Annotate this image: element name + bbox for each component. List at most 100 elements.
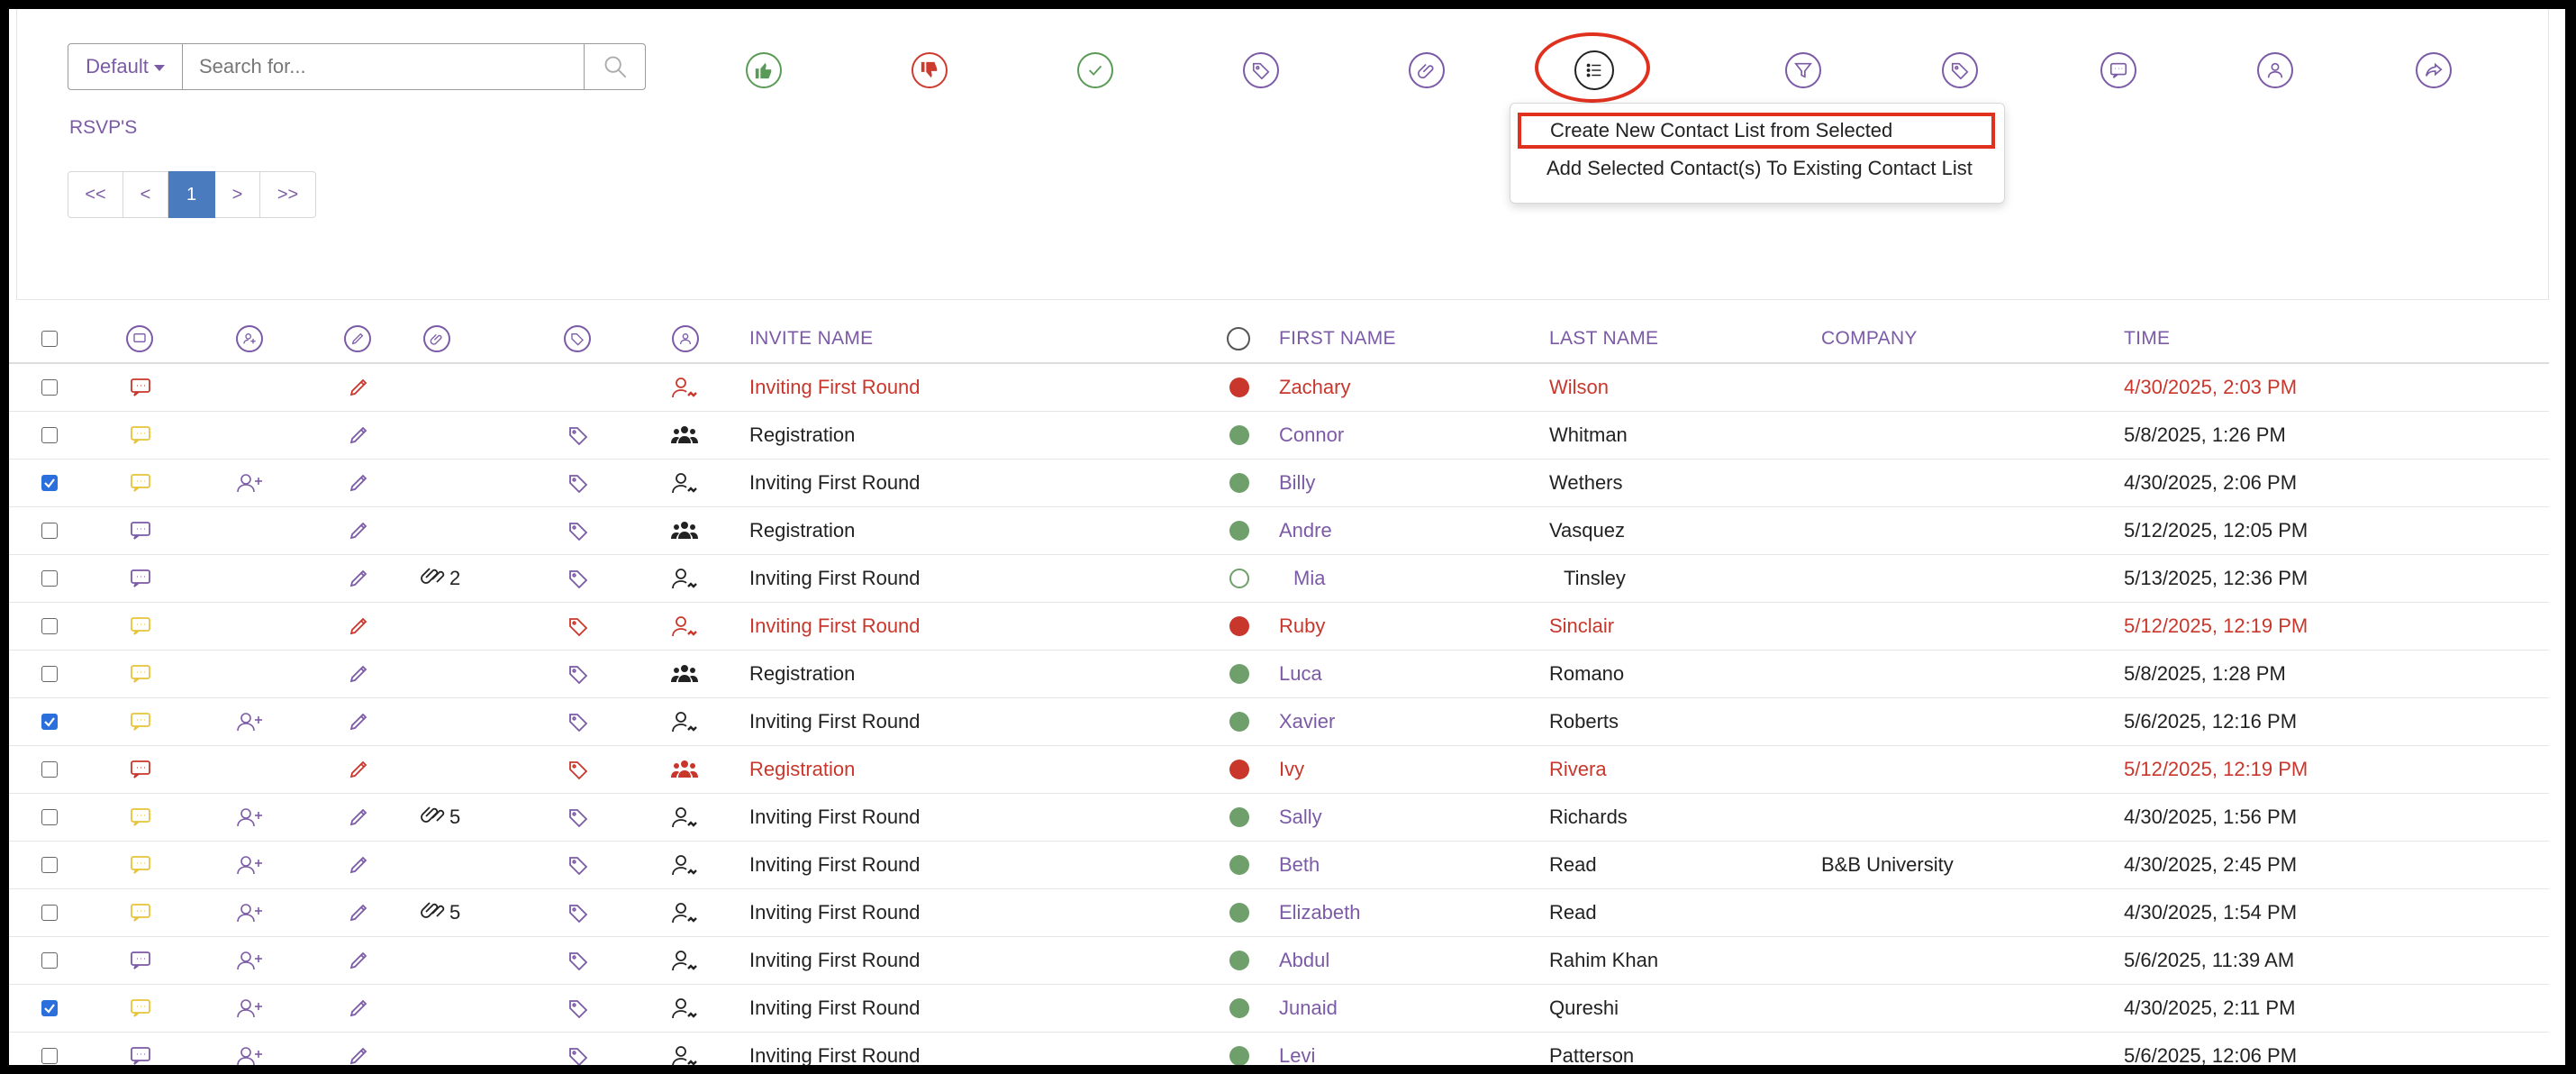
table-row[interactable]: Inviting First Round Zachary Wilson 4/30/20… [9, 364, 2549, 412]
rsvp-filter-label[interactable]: RSVP'S [69, 117, 137, 139]
invite-name-header[interactable]: INVITE NAME [749, 315, 873, 362]
message-icon[interactable] [130, 794, 151, 841]
pencil-icon[interactable] [348, 555, 369, 602]
attachment-count[interactable]: 5 [420, 794, 460, 841]
user-status-icon[interactable] [670, 1033, 699, 1065]
edit-column-header[interactable] [344, 315, 371, 362]
group-icon[interactable] [670, 651, 699, 697]
first-name[interactable]: Levi [1279, 1033, 1315, 1065]
pencil-icon[interactable] [348, 794, 369, 841]
share-icon[interactable] [2416, 52, 2452, 88]
first-name[interactable]: Zachary [1279, 364, 1350, 411]
tag-icon[interactable] [567, 1033, 589, 1065]
message-icon[interactable] [130, 603, 151, 650]
table-row[interactable]: Inviting First Round Junaid Qureshi 4/30/20… [9, 985, 2549, 1033]
tag-icon[interactable] [567, 412, 589, 459]
first-name[interactable]: Andre [1279, 507, 1332, 554]
add-user-icon[interactable] [236, 842, 263, 888]
message-icon[interactable] [130, 937, 151, 984]
row-checkbox[interactable] [41, 761, 58, 778]
last-name-header[interactable]: LAST NAME [1549, 315, 1658, 362]
tag-column-header[interactable] [564, 315, 591, 362]
select-all-checkbox[interactable] [41, 331, 58, 347]
message-icon[interactable] [130, 507, 151, 554]
table-row[interactable]: Inviting First Round Levi Patterson 5/6/202… [9, 1033, 2549, 1065]
status-column-header[interactable] [1227, 315, 1250, 362]
user-status-icon[interactable] [670, 364, 699, 411]
next-page-button[interactable]: > [215, 171, 260, 218]
row-checkbox[interactable] [41, 714, 58, 730]
first-name[interactable]: Connor [1279, 412, 1344, 459]
user-status-icon[interactable] [670, 985, 699, 1032]
tag-icon[interactable] [567, 460, 589, 506]
group-icon[interactable] [670, 746, 699, 793]
pencil-icon[interactable] [348, 1033, 369, 1065]
row-checkbox[interactable] [41, 905, 58, 921]
add-user-column-header[interactable] [236, 315, 263, 362]
tag-icon[interactable] [567, 507, 589, 554]
message-icon[interactable] [130, 412, 151, 459]
user-status-icon[interactable] [670, 555, 699, 602]
table-row[interactable]: Inviting First Round Xavier Roberts 5/6/202… [9, 698, 2549, 746]
first-name-header[interactable]: FIRST NAME [1279, 315, 1396, 362]
user-status-icon[interactable] [670, 603, 699, 650]
tag-icon[interactable] [567, 842, 589, 888]
row-checkbox[interactable] [41, 809, 58, 825]
pencil-icon[interactable] [348, 698, 369, 745]
tag-icon[interactable] [567, 889, 589, 936]
table-row[interactable]: Inviting First Round Ruby Sinclair 5/12/202… [9, 603, 2549, 651]
pencil-icon[interactable] [348, 507, 369, 554]
paperclip-icon[interactable] [1409, 52, 1445, 88]
message-icon[interactable] [2100, 52, 2136, 88]
pencil-icon[interactable] [348, 889, 369, 936]
last-page-button[interactable]: >> [260, 171, 316, 218]
add-user-icon[interactable] [236, 698, 263, 745]
add-user-icon[interactable] [236, 889, 263, 936]
user-icon[interactable] [2257, 52, 2293, 88]
message-icon[interactable] [130, 1033, 151, 1065]
group-icon[interactable] [670, 412, 699, 459]
filter-icon[interactable] [1785, 52, 1821, 88]
prev-page-button[interactable]: < [123, 171, 168, 218]
attachment-count[interactable]: 5 [420, 889, 460, 936]
table-row[interactable]: 2 Inviting First Round Mia Tinsley 5/13/2025… [9, 555, 2549, 603]
tag-icon[interactable] [567, 746, 589, 793]
row-checkbox[interactable] [41, 666, 58, 682]
pencil-icon[interactable] [348, 746, 369, 793]
user-status-icon[interactable] [670, 937, 699, 984]
page-1-button[interactable]: 1 [168, 171, 215, 218]
user-status-icon[interactable] [670, 698, 699, 745]
row-checkbox[interactable] [41, 379, 58, 396]
thumbs-down-icon[interactable] [912, 52, 948, 88]
first-page-button[interactable]: << [68, 171, 123, 218]
table-row[interactable]: Inviting First Round Billy Wethers 4/30/202… [9, 460, 2549, 507]
table-row[interactable]: Registration Connor Whitman 5/8/2025, 1:26 … [9, 412, 2549, 460]
message-icon[interactable] [130, 651, 151, 697]
table-row[interactable]: Inviting First Round Abdul Rahim Khan 5/6/2… [9, 937, 2549, 985]
row-checkbox[interactable] [41, 427, 58, 443]
message-icon[interactable] [130, 889, 151, 936]
search-input[interactable] [183, 43, 585, 90]
row-checkbox[interactable] [41, 475, 58, 491]
table-row[interactable]: 5 Inviting First Round Elizabeth Read 4/30/2… [9, 889, 2549, 937]
create-contact-list-option[interactable]: Create New Contact List from Selected [1518, 113, 1995, 149]
tags-icon[interactable] [1942, 52, 1978, 88]
first-name[interactable]: Billy [1279, 460, 1315, 506]
check-icon[interactable] [1077, 52, 1113, 88]
user-status-icon[interactable] [670, 460, 699, 506]
row-checkbox[interactable] [41, 1048, 58, 1064]
message-icon[interactable] [130, 746, 151, 793]
group-icon[interactable] [670, 507, 699, 554]
first-name[interactable]: Elizabeth [1279, 889, 1361, 936]
pencil-icon[interactable] [348, 937, 369, 984]
tag-icon[interactable] [567, 603, 589, 650]
tag-icon[interactable] [567, 937, 589, 984]
message-icon[interactable] [130, 842, 151, 888]
first-name[interactable]: Xavier [1279, 698, 1335, 745]
tag-icon[interactable] [1243, 52, 1279, 88]
time-header[interactable]: TIME [2124, 315, 2170, 362]
message-icon[interactable] [130, 698, 151, 745]
message-icon[interactable] [130, 985, 151, 1032]
attachment-count[interactable]: 2 [420, 555, 460, 602]
tag-icon[interactable] [567, 651, 589, 697]
